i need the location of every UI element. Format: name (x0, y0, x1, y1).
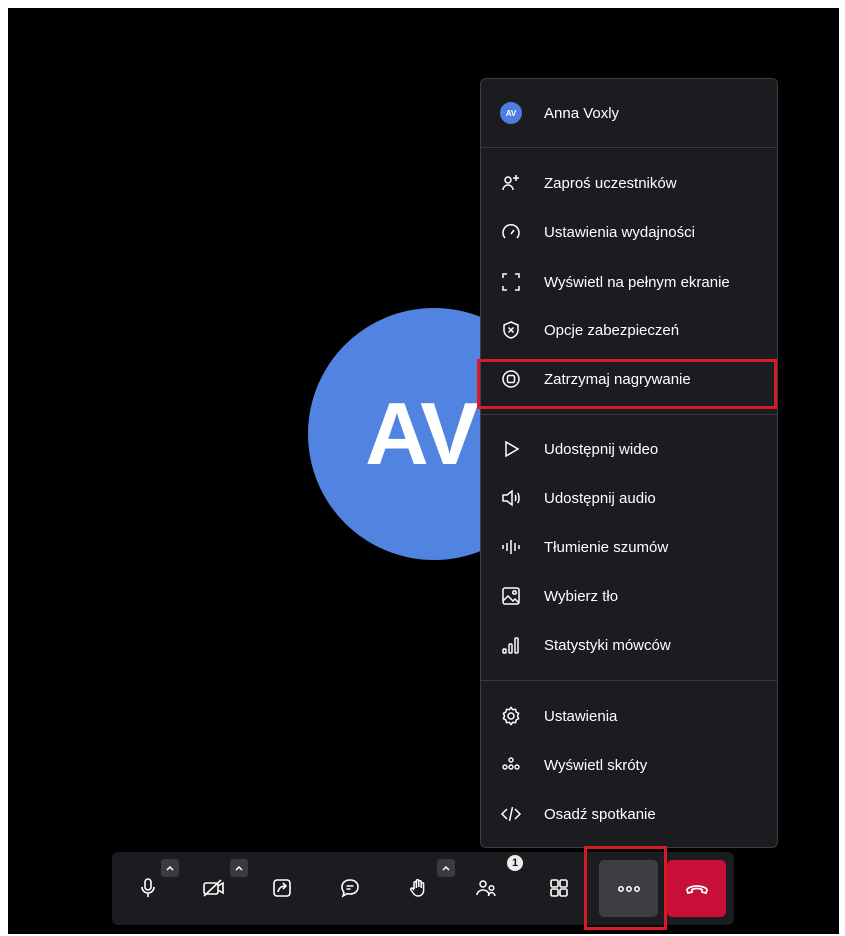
menu-item-security[interactable]: Opcje zabezpieczeń (481, 310, 777, 350)
menu-item-label: Ustawienia wydajności (544, 223, 695, 241)
menu-item-label: Opcje zabezpieczeń (544, 321, 680, 339)
menu-item-invite[interactable]: Zaproś uczestników (481, 163, 777, 203)
fullscreen-icon (500, 271, 522, 293)
hangup-button[interactable] (667, 860, 726, 917)
invite-participants-icon (500, 172, 522, 194)
menu-divider (481, 680, 777, 681)
participant-initials: AV (365, 384, 479, 483)
camera-button[interactable] (196, 870, 232, 906)
background-image-icon (500, 585, 522, 607)
menu-item-noise-suppression[interactable]: Tłumienie szumów (481, 527, 777, 567)
menu-item-embed[interactable]: Osadź spotkanie (481, 794, 777, 834)
embed-code-icon (500, 803, 522, 825)
menu-item-label: Statystyki mówców (544, 636, 671, 654)
more-actions-menu: AV Anna Voxly Zaproś uczestników Ustawie… (480, 78, 778, 848)
menu-item-share-video[interactable]: Udostępnij wideo (481, 429, 777, 469)
menu-item-settings[interactable]: Ustawienia (481, 696, 777, 736)
camera-options-caret[interactable] (230, 859, 248, 877)
user-name: Anna Voxly (544, 104, 620, 122)
menu-item-speaker-stats[interactable]: Statystyki mówców (481, 625, 777, 665)
shortcuts-icon (500, 754, 522, 776)
raise-hand-button[interactable] (400, 870, 436, 906)
chat-icon (341, 879, 359, 898)
user-avatar-badge: AV (500, 102, 522, 124)
menu-item-label: Wybierz tło (544, 587, 619, 605)
speaker-stats-icon (500, 634, 522, 656)
highlight-more-button (584, 846, 667, 930)
menu-item-label: Tłumienie szumów (544, 538, 669, 556)
menu-item-label: Udostępnij audio (544, 489, 656, 507)
tile-view-icon (550, 879, 568, 897)
chat-button[interactable] (332, 870, 368, 906)
menu-item-background[interactable]: Wybierz tło (481, 576, 777, 616)
play-icon (500, 438, 522, 460)
menu-item-label: Osadź spotkanie (544, 805, 656, 823)
speaker-icon (500, 487, 522, 509)
menu-item-label: Wyświetl skróty (544, 756, 648, 774)
menu-user-profile[interactable]: AV Anna Voxly (481, 93, 777, 133)
reactions-options-caret[interactable] (437, 859, 455, 877)
menu-item-shortcuts[interactable]: Wyświetl skróty (481, 745, 777, 785)
chevron-up-icon (442, 865, 450, 871)
raise-hand-icon (410, 879, 425, 897)
menu-item-share-audio[interactable]: Udostępnij audio (481, 478, 777, 518)
hangup-icon (685, 884, 708, 894)
participants-count-badge: 1 (507, 855, 523, 871)
chevron-up-icon (235, 865, 243, 871)
screen-share-button[interactable] (264, 870, 300, 906)
noise-suppression-icon (500, 536, 522, 558)
camera-off-icon (203, 879, 224, 897)
shield-icon (500, 319, 522, 341)
gear-icon (500, 705, 522, 727)
menu-item-label: Zaproś uczestników (544, 174, 677, 192)
tile-view-button[interactable] (541, 870, 577, 906)
menu-item-label: Udostępnij wideo (544, 440, 659, 458)
microphone-options-caret[interactable] (161, 859, 179, 877)
menu-item-label: Ustawienia (544, 707, 618, 725)
menu-divider (481, 414, 777, 415)
chevron-up-icon (166, 865, 174, 871)
menu-item-performance[interactable]: Ustawienia wydajności (481, 212, 777, 252)
highlight-stop-recording (477, 359, 777, 409)
screen-share-icon (273, 879, 291, 897)
menu-item-label: Wyświetl na pełnym ekranie (544, 273, 730, 291)
menu-item-fullscreen[interactable]: Wyświetl na pełnym ekranie (481, 262, 777, 302)
participants-icon (476, 880, 496, 897)
menu-divider (481, 147, 777, 148)
performance-gauge-icon (500, 221, 522, 243)
microphone-icon (141, 878, 155, 897)
participants-button[interactable] (469, 870, 505, 906)
